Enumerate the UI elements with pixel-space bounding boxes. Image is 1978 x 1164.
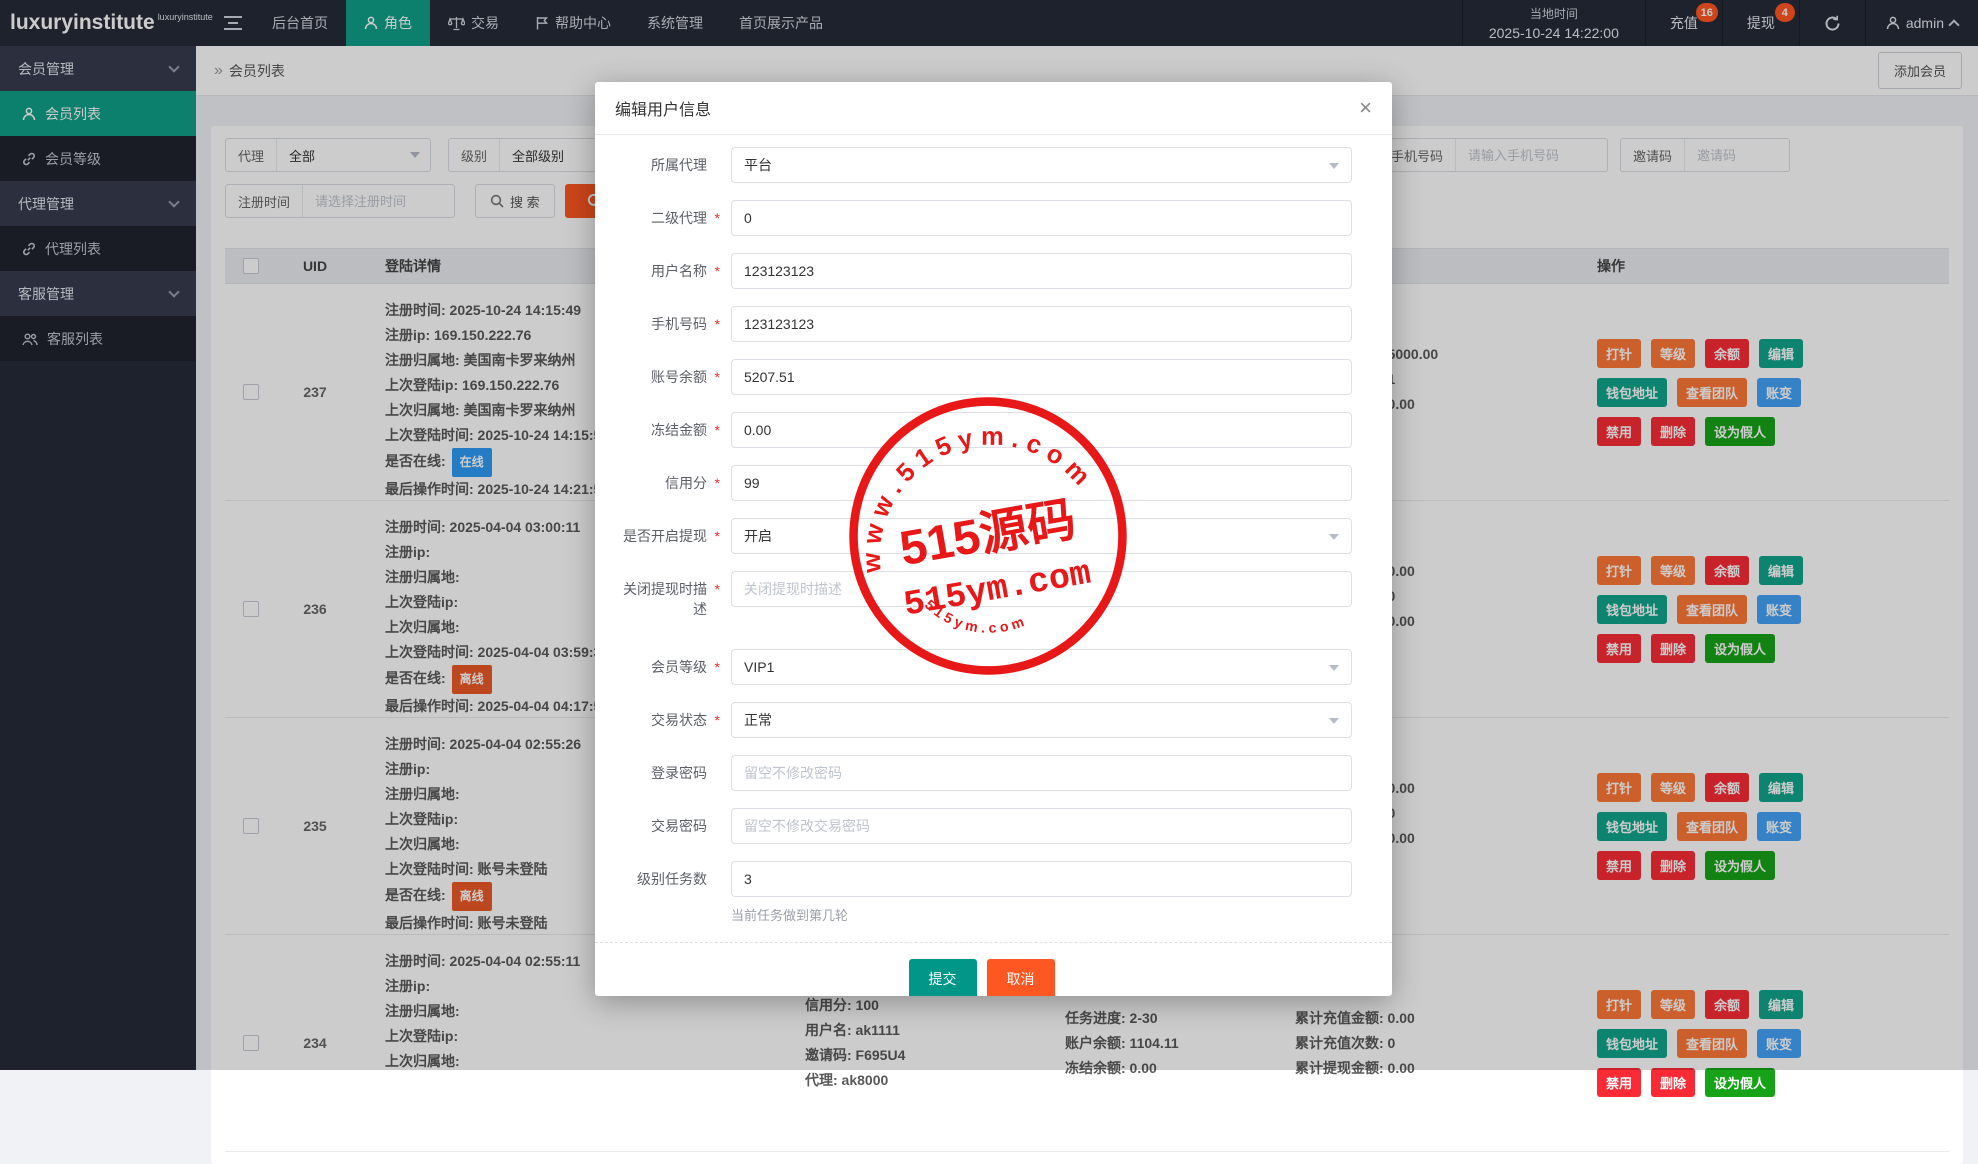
冻结金额-input[interactable] (731, 412, 1352, 448)
field-control (731, 359, 1352, 395)
field-control (731, 253, 1352, 289)
field-label: 交易密码 (611, 808, 707, 844)
级别任务数-input[interactable] (731, 861, 1352, 897)
action-button-row: 禁用删除设为假人 (1597, 1068, 1949, 1097)
field-control (731, 465, 1352, 501)
required-asterisk: * (715, 710, 720, 730)
detail-line: 代理: ak8000 (805, 1068, 1015, 1093)
modal-body: 所属代理 平台二级代理* 用户名称* 手机号码* 账号余额* 冻结金额* 信用分* 是否开启提… (595, 135, 1392, 996)
chevron-down-icon (1329, 665, 1339, 671)
cancel-button[interactable]: 取消 (987, 959, 1055, 996)
field-label: 所属代理 (611, 147, 707, 183)
modal-field-4: 手机号码* (611, 306, 1352, 342)
field-label: 会员等级* (611, 649, 707, 685)
是否开启提现-select[interactable]: 开启 (731, 518, 1352, 554)
edit-user-modal: 编辑用户信息 × 所属代理 平台二级代理* 用户名称* 手机号码* 账号余额* 冻结金额*… (595, 82, 1392, 996)
required-asterisk: * (715, 657, 720, 677)
所属代理-select[interactable]: 平台 (731, 147, 1352, 183)
field-label: 用户名称* (611, 253, 707, 289)
modal-field-9: 关闭提现时描述* (611, 571, 1352, 619)
required-asterisk: * (715, 526, 720, 546)
field-control (731, 571, 1352, 619)
required-asterisk: * (715, 579, 720, 599)
手机号码-input[interactable] (731, 306, 1352, 342)
field-label: 级别任务数 (611, 861, 707, 924)
select-value: 正常 (744, 710, 772, 730)
modal-field-6: 冻结金额* (611, 412, 1352, 448)
select-value: VIP1 (744, 659, 774, 675)
field-label: 信用分* (611, 465, 707, 501)
关闭提现时描述-input[interactable] (731, 571, 1352, 607)
modal-field-3: 用户名称* (611, 253, 1352, 289)
field-control: VIP1 (731, 649, 1352, 685)
modal-field-1: 所属代理 平台 (611, 147, 1352, 183)
action-button-设为假人[interactable]: 设为假人 (1705, 1068, 1775, 1097)
modal-field-14: 级别任务数当前任务做到第几轮 (611, 861, 1352, 924)
modal-field-11: 交易状态* 正常 (611, 702, 1352, 738)
field-control (731, 306, 1352, 342)
field-label: 交易状态* (611, 702, 707, 738)
modal-field-8: 是否开启提现* 开启 (611, 518, 1352, 554)
账号余额-input[interactable] (731, 359, 1352, 395)
required-asterisk: * (715, 261, 720, 281)
field-label: 冻结金额* (611, 412, 707, 448)
chevron-down-icon (1329, 163, 1339, 169)
field-hint: 当前任务做到第几轮 (731, 905, 1352, 924)
field-control (731, 755, 1352, 791)
field-control: 正常 (731, 702, 1352, 738)
field-control (731, 808, 1352, 844)
modal-field-12: 登录密码 (611, 755, 1352, 791)
交易密码-input[interactable] (731, 808, 1352, 844)
field-control (731, 412, 1352, 448)
交易状态-select[interactable]: 正常 (731, 702, 1352, 738)
modal-header: 编辑用户信息 × (595, 82, 1392, 135)
field-control: 开启 (731, 518, 1352, 554)
required-asterisk: * (715, 367, 720, 387)
二级代理-input[interactable] (731, 200, 1352, 236)
required-asterisk: * (715, 420, 720, 440)
field-control: 平台 (731, 147, 1352, 183)
chevron-down-icon (1329, 534, 1339, 540)
field-label: 二级代理* (611, 200, 707, 236)
field-label: 是否开启提现* (611, 518, 707, 554)
field-label: 关闭提现时描述* (611, 571, 707, 619)
field-control: 当前任务做到第几轮 (731, 861, 1352, 924)
信用分-input[interactable] (731, 465, 1352, 501)
field-label: 账号余额* (611, 359, 707, 395)
modal-field-10: 会员等级* VIP1 (611, 649, 1352, 685)
action-button-删除[interactable]: 删除 (1651, 1068, 1695, 1097)
field-label: 登录密码 (611, 755, 707, 791)
submit-button[interactable]: 提交 (909, 959, 977, 996)
用户名称-input[interactable] (731, 253, 1352, 289)
field-control (731, 200, 1352, 236)
field-label: 手机号码* (611, 306, 707, 342)
chevron-down-icon (1329, 718, 1339, 724)
required-asterisk: * (715, 208, 720, 228)
modal-field-13: 交易密码 (611, 808, 1352, 844)
modal-field-7: 信用分* (611, 465, 1352, 501)
close-icon[interactable]: × (1359, 97, 1372, 119)
select-value: 开启 (744, 526, 772, 546)
登录密码-input[interactable] (731, 755, 1352, 791)
required-asterisk: * (715, 314, 720, 334)
modal-field-2: 二级代理* (611, 200, 1352, 236)
modal-divider (595, 942, 1392, 943)
modal-title: 编辑用户信息 (615, 96, 711, 120)
会员等级-select[interactable]: VIP1 (731, 649, 1352, 685)
action-button-禁用[interactable]: 禁用 (1597, 1068, 1641, 1097)
select-value: 平台 (744, 155, 772, 175)
modal-field-5: 账号余额* (611, 359, 1352, 395)
modal-actions: 提交取消 (611, 959, 1352, 996)
required-asterisk: * (715, 473, 720, 493)
